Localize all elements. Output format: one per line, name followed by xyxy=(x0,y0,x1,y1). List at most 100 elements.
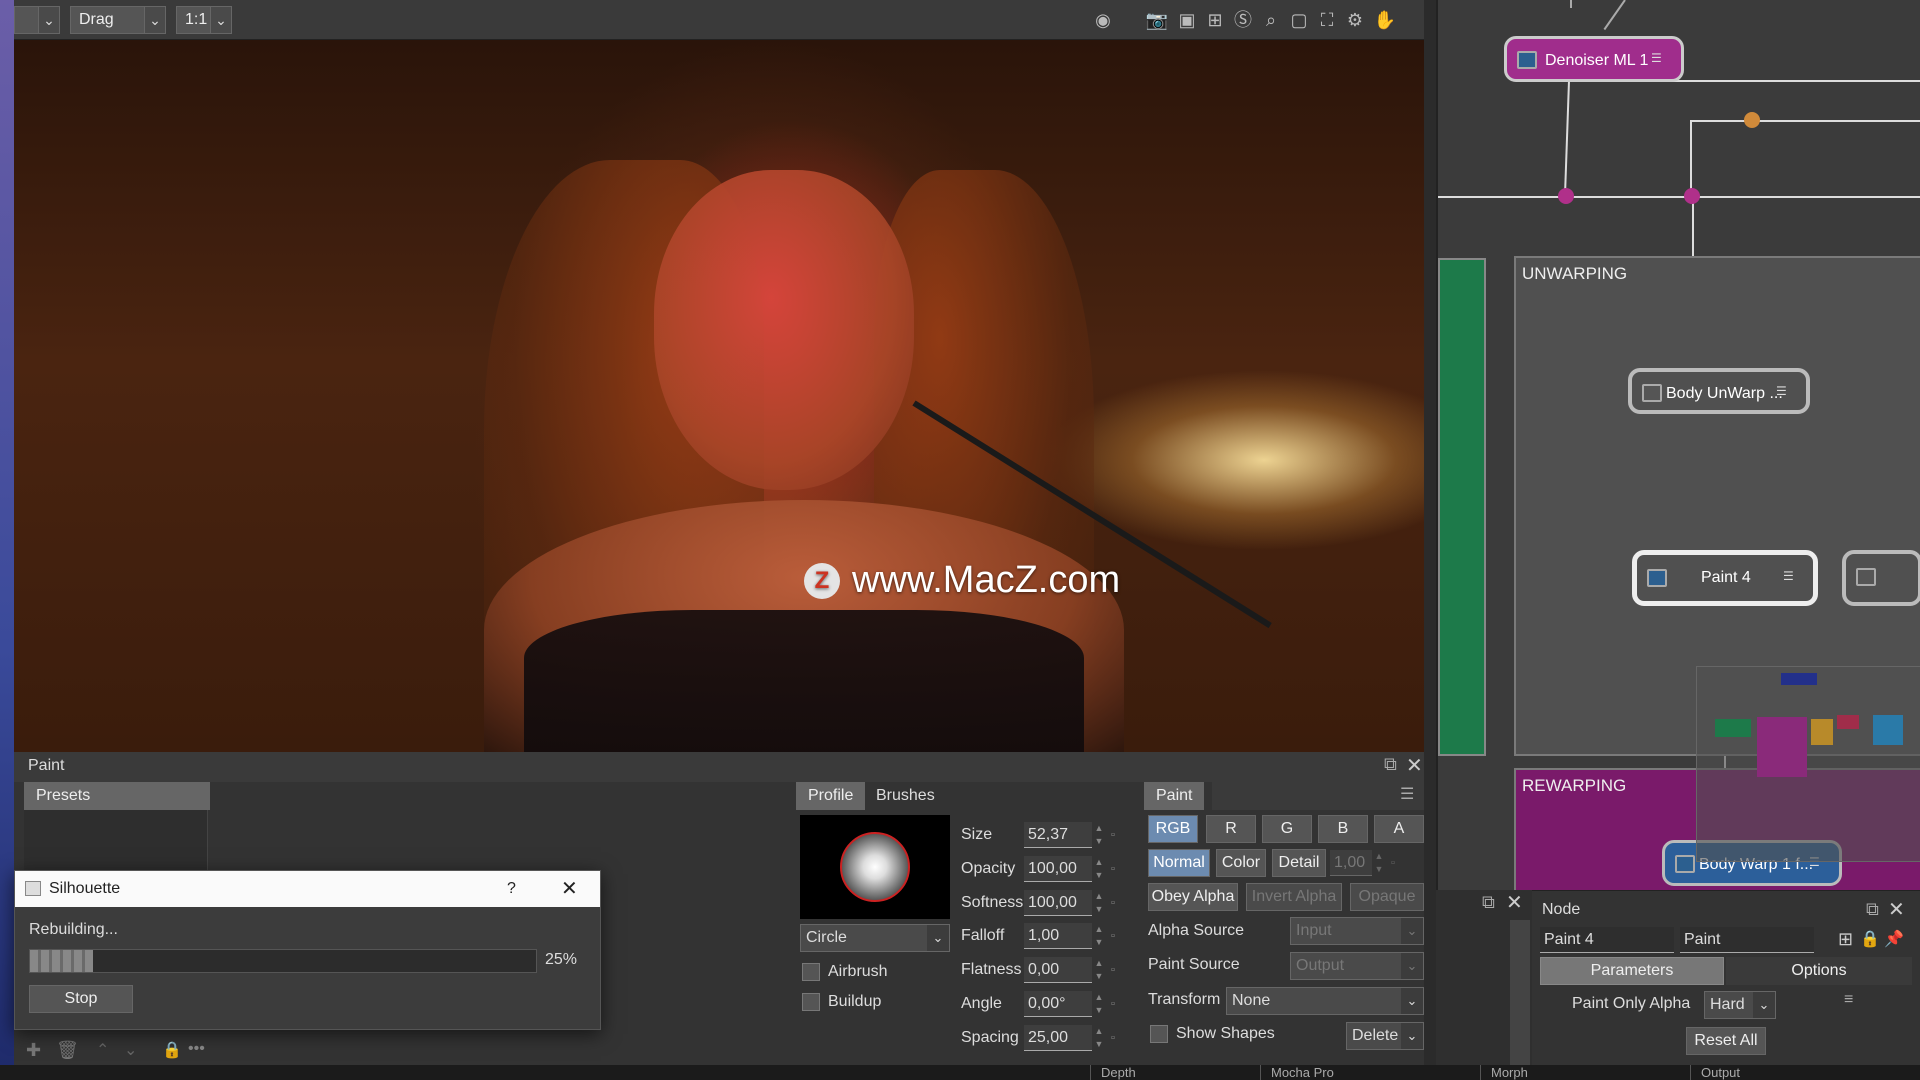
junction-dot[interactable] xyxy=(1684,188,1700,204)
stop-button[interactable]: Stop xyxy=(29,985,133,1013)
softness-field[interactable]: 100,00 xyxy=(1024,890,1092,916)
viewer-image[interactable]: Zwww.MacZ.com xyxy=(14,40,1424,752)
undock-icon[interactable]: ⧉ xyxy=(1482,892,1495,913)
spacing-field[interactable]: 25,00 xyxy=(1024,1025,1092,1051)
view-mode-box[interactable] xyxy=(14,6,40,34)
close-icon[interactable]: ✕ xyxy=(561,871,578,907)
camera-icon[interactable]: 📷 xyxy=(1144,8,1170,32)
zoom-dropdown[interactable]: ⌄ xyxy=(210,6,232,34)
opaque-button[interactable]: Opaque xyxy=(1350,883,1424,911)
close-icon[interactable]: ✕ xyxy=(1506,890,1523,915)
undock-icon[interactable]: ⧉ xyxy=(1866,899,1879,920)
brush-shape-select[interactable]: Circle ⌄ xyxy=(800,924,950,952)
keyframe-icon[interactable]: ▫ xyxy=(1106,991,1120,1017)
scrollbar[interactable] xyxy=(1510,920,1530,1080)
delete-select[interactable]: Delete ⌄ xyxy=(1346,1022,1424,1050)
spinner-icon[interactable]: ▲ ▼ xyxy=(1092,890,1106,916)
hand-icon[interactable]: ✋ xyxy=(1372,8,1398,32)
tool-mode-dropdown[interactable]: ⌄ xyxy=(144,6,166,34)
tab-output[interactable]: Output xyxy=(1690,1065,1840,1080)
channel-r-button[interactable]: R xyxy=(1206,815,1256,843)
flatness-field[interactable]: 0,00 xyxy=(1024,957,1092,983)
trash-icon[interactable]: 🗑 xyxy=(56,1040,79,1061)
obey-alpha-button[interactable]: Obey Alpha xyxy=(1148,883,1238,911)
falloff-field[interactable]: 1,00 xyxy=(1024,923,1092,949)
keyframe-icon[interactable]: ▫ xyxy=(1106,923,1120,949)
lock-icon[interactable]: 🔒 xyxy=(1860,929,1880,949)
close-icon[interactable]: ✕ xyxy=(1406,753,1423,778)
size-field[interactable]: 52,37 xyxy=(1024,822,1092,848)
close-icon[interactable]: ✕ xyxy=(1888,897,1905,922)
keyframe-icon[interactable]: ▫ xyxy=(1106,822,1120,848)
spinner-icon[interactable]: ▲ ▼ xyxy=(1092,923,1106,949)
add-icon[interactable]: ⊞ xyxy=(1838,929,1853,950)
tab-paint[interactable]: Paint xyxy=(1144,782,1205,810)
pin-icon[interactable]: 📌 xyxy=(1884,929,1904,949)
mode-normal-button[interactable]: Normal xyxy=(1148,849,1210,877)
add-icon[interactable]: ✚ xyxy=(26,1040,41,1061)
spinner-icon[interactable]: ▲ ▼ xyxy=(1372,850,1386,876)
tab-depth[interactable]: Depth xyxy=(1090,1065,1240,1080)
alpha-source-select[interactable]: Input ⌄ xyxy=(1290,917,1424,945)
tab-profile[interactable]: Profile xyxy=(796,782,866,810)
transform-select[interactable]: None ⌄ xyxy=(1226,987,1424,1015)
show-shapes-checkbox[interactable] xyxy=(1150,1025,1168,1043)
paint-source-select[interactable]: Output ⌄ xyxy=(1290,952,1424,980)
mode-color-button[interactable]: Color xyxy=(1216,849,1266,877)
move-up-icon[interactable]: ⌃ xyxy=(96,1040,109,1060)
tab-brushes[interactable]: Brushes xyxy=(864,782,947,810)
channel-a-button[interactable]: A xyxy=(1374,815,1424,843)
keyframe-icon[interactable]: ▫ xyxy=(1386,850,1400,876)
toggle-icon[interactable]: ◉ xyxy=(1090,8,1116,32)
move-down-icon[interactable]: ⌄ xyxy=(124,1040,137,1060)
spinner-icon[interactable]: ▲ ▼ xyxy=(1092,991,1106,1017)
region-icon[interactable]: ▢ xyxy=(1286,8,1312,32)
node-partial[interactable] xyxy=(1842,550,1920,606)
spinner-icon[interactable]: ▲ ▼ xyxy=(1092,822,1106,848)
fit-icon[interactable]: ⛶ xyxy=(1314,8,1340,32)
safe-frame-icon[interactable]: Ⓢ xyxy=(1230,8,1256,32)
invert-alpha-button[interactable]: Invert Alpha xyxy=(1246,883,1342,911)
channel-b-button[interactable]: B xyxy=(1318,815,1368,843)
more-icon[interactable]: ••• xyxy=(188,1040,205,1058)
grid-icon[interactable]: ⊞ xyxy=(1202,8,1228,32)
keyframe-icon[interactable]: ▫ xyxy=(1106,1025,1120,1051)
node-body-unwarp[interactable]: Body UnWarp ... ☰ xyxy=(1628,368,1810,414)
opacity-field[interactable]: 100,00 xyxy=(1024,856,1092,882)
paint-only-alpha-select[interactable]: Hard ⌄ xyxy=(1704,991,1776,1019)
keyframe-icon[interactable]: ▫ xyxy=(1106,890,1120,916)
keyframe-icon[interactable]: ▫ xyxy=(1106,957,1120,983)
keyframe-icon[interactable]: ▫ xyxy=(1106,856,1120,882)
view-mode-dropdown[interactable]: ⌄ xyxy=(38,6,60,34)
lock-icon[interactable]: 🔒 xyxy=(162,1040,182,1060)
tab-morph[interactable]: Morph xyxy=(1480,1065,1630,1080)
reset-all-button[interactable]: Reset All xyxy=(1686,1027,1766,1055)
channel-g-button[interactable]: G xyxy=(1262,815,1312,843)
angle-field[interactable]: 0,00° xyxy=(1024,991,1092,1017)
node-denoiser[interactable]: Denoiser ML 1 ☰ xyxy=(1504,36,1684,82)
tab-options[interactable]: Options xyxy=(1726,957,1912,985)
junction-dot[interactable] xyxy=(1744,112,1760,128)
tab-presets[interactable]: Presets xyxy=(24,782,210,810)
node-name-field[interactable]: Paint 4 xyxy=(1540,927,1674,953)
menu-icon[interactable]: ☰ xyxy=(1400,784,1414,804)
tab-mocha-pro[interactable]: Mocha Pro xyxy=(1260,1065,1410,1080)
monitor-icon[interactable]: ▣ xyxy=(1174,8,1200,32)
help-button[interactable]: ? xyxy=(507,871,516,907)
zoom-icon[interactable]: ⌕ xyxy=(1258,8,1284,32)
undock-icon[interactable]: ⧉ xyxy=(1384,754,1397,775)
airbrush-checkbox[interactable] xyxy=(802,963,820,981)
buildup-checkbox[interactable] xyxy=(802,993,820,1011)
mode-detail-button[interactable]: Detail xyxy=(1272,849,1326,877)
node-graph[interactable]: UNWARPING REWARPING Denoiser ML 1 ☰ Body… xyxy=(1436,0,1920,890)
spinner-icon[interactable]: ▲ ▼ xyxy=(1092,957,1106,983)
node-paint-4[interactable]: Paint 4 ☰ xyxy=(1632,550,1818,606)
spinner-icon[interactable]: ▲ ▼ xyxy=(1092,856,1106,882)
settings-icon[interactable]: ⚙ xyxy=(1342,8,1368,32)
node-graph-minimap[interactable] xyxy=(1696,666,1920,862)
channel-rgb-button[interactable]: RGB xyxy=(1148,815,1198,843)
junction-dot[interactable] xyxy=(1558,188,1574,204)
menu-icon[interactable]: ≡ xyxy=(1844,991,1853,1009)
tab-parameters[interactable]: Parameters xyxy=(1540,957,1724,985)
group-green[interactable] xyxy=(1438,258,1486,756)
